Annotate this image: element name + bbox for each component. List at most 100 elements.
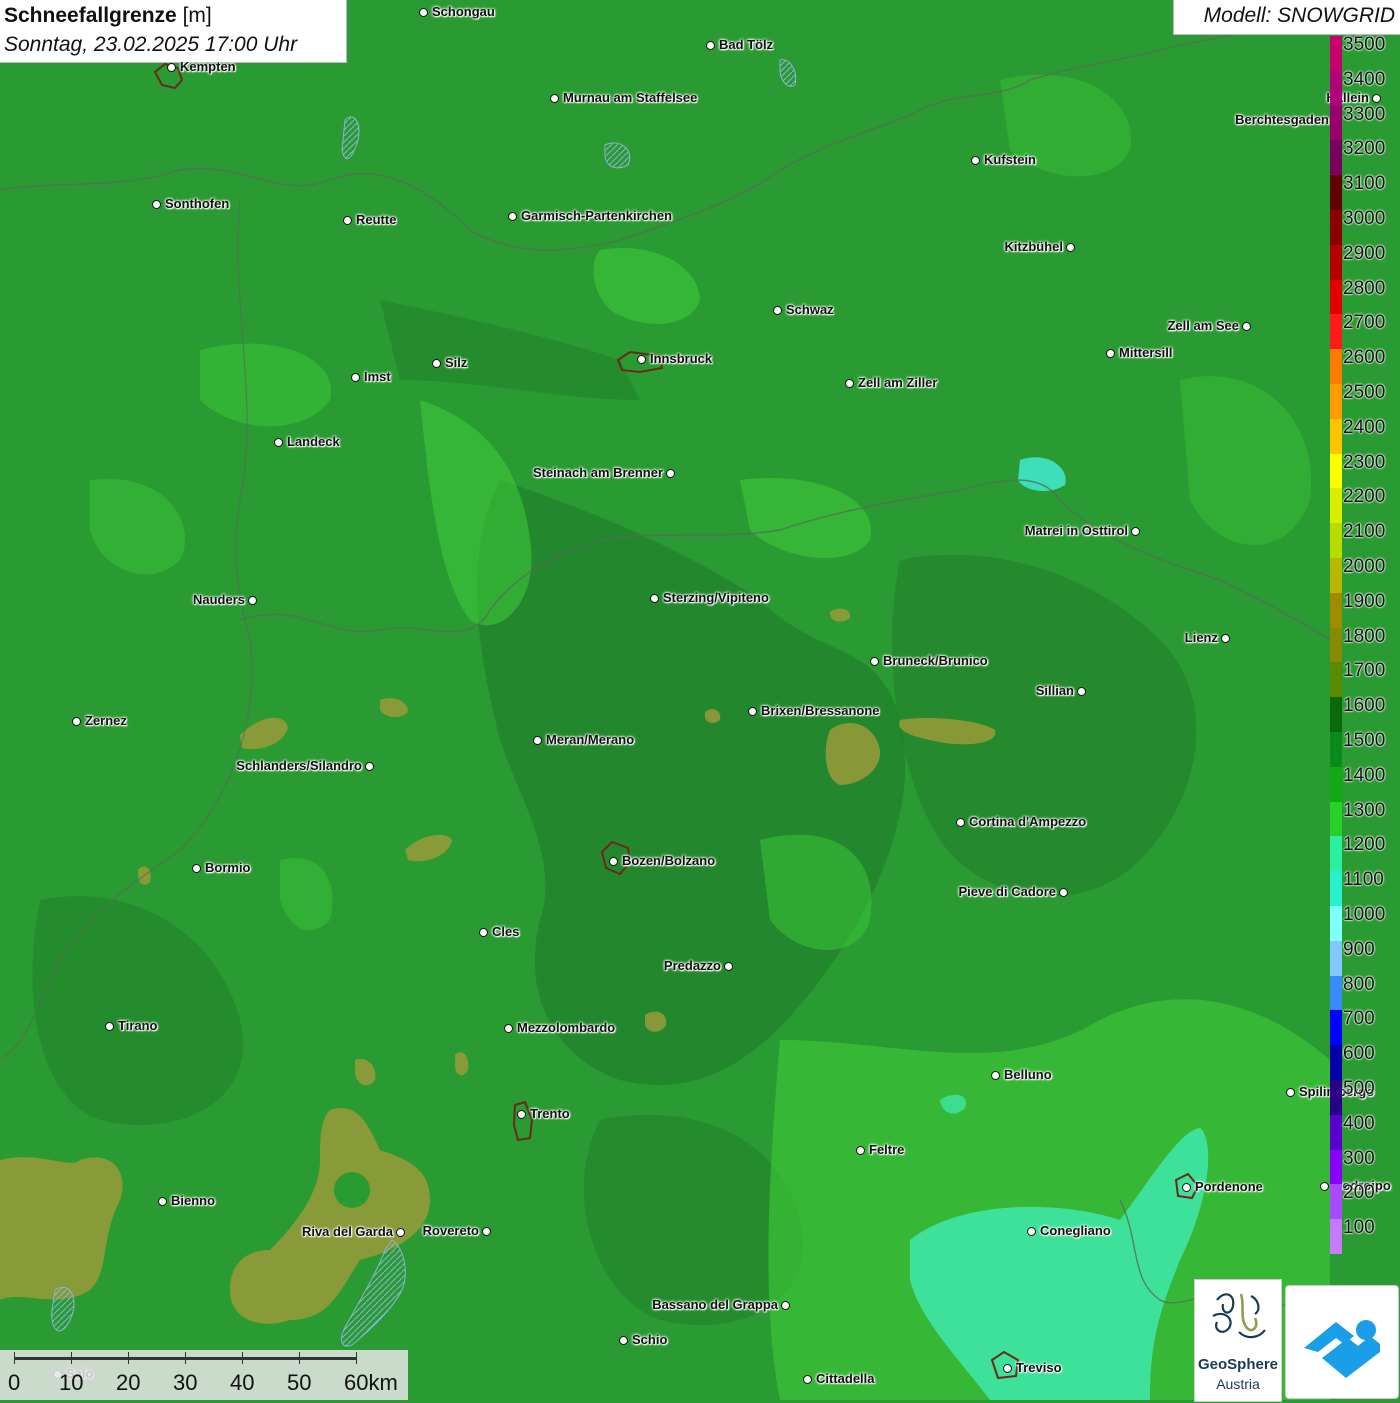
city-marker: [803, 1375, 812, 1384]
city-label: Cles: [492, 924, 520, 939]
legend-label: 2400: [1343, 416, 1386, 438]
legend-swatch: [1330, 592, 1342, 628]
geosphere-subtitle: Austria: [1216, 1376, 1260, 1392]
city-marker: [1131, 527, 1140, 536]
legend-label: 2200: [1343, 486, 1386, 508]
city-marker: [105, 1022, 114, 1031]
legend-swatch: [1330, 1184, 1342, 1220]
city-label: Silz: [445, 355, 468, 370]
city-label: Garmisch-Partenkirchen: [521, 208, 673, 223]
city-label: Sterzing/Vipiteno: [663, 590, 769, 605]
city-marker: [870, 657, 879, 666]
city-marker: [773, 306, 782, 315]
city-label: Zernez: [85, 713, 127, 728]
scale-tick: [71, 1352, 72, 1364]
app-logo-icon: [1304, 1320, 1380, 1378]
city-label: Conegliano: [1040, 1223, 1111, 1238]
legend-swatch: [1330, 697, 1342, 732]
legend-swatch: [1330, 314, 1342, 350]
map-date: Sonntag, 23.02.2025 17:00 Uhr: [4, 33, 298, 56]
legend-label: 200: [1343, 1182, 1375, 1204]
city-marker: [650, 594, 659, 603]
legend-label: 1800: [1343, 625, 1386, 647]
legend-label: 2500: [1343, 382, 1386, 403]
city-marker: [192, 864, 201, 873]
city-marker: [845, 379, 854, 388]
legend-swatch: [1330, 1010, 1342, 1046]
city-marker: [72, 717, 81, 726]
city-marker: [351, 373, 360, 382]
city-marker: [152, 200, 161, 209]
legend-swatch: [1330, 523, 1342, 558]
city-marker: [482, 1227, 491, 1236]
city-label: Schlanders/Silandro: [236, 758, 362, 773]
city-label: Imst: [364, 369, 391, 384]
scale-tick: [356, 1352, 357, 1364]
city-label: Mezzolombardo: [517, 1020, 616, 1035]
legend-label: 3300: [1343, 103, 1386, 125]
legend-swatch: [1330, 210, 1342, 245]
legend-label: 2700: [1343, 312, 1386, 334]
title-box: Schneefallgrenze [m] Sonntag, 23.02.2025…: [0, 0, 347, 63]
city-marker: [724, 962, 733, 971]
legend-label: 1400: [1343, 764, 1386, 786]
city-label: Zell am Ziller: [858, 375, 938, 390]
legend-swatch: [1330, 105, 1342, 141]
city-marker: [1106, 349, 1115, 358]
city-marker: [158, 1197, 167, 1206]
legend-label: 1600: [1343, 695, 1386, 717]
city-label: Bruneck/Brunico: [883, 653, 988, 668]
legend-label: 3500: [1343, 34, 1386, 55]
legend-label: 1900: [1343, 590, 1386, 612]
legend-swatch: [1330, 349, 1342, 384]
city-marker: [856, 1146, 865, 1155]
city-label: Kempten: [180, 59, 236, 74]
scale-label: 0: [8, 1370, 21, 1395]
legend-label: 500: [1343, 1078, 1375, 1099]
city-marker: [167, 63, 176, 72]
legend-swatch: [1330, 940, 1342, 976]
legend-swatch: [1330, 871, 1342, 906]
legend-swatch: [1330, 453, 1342, 489]
scale-tick: [14, 1352, 15, 1364]
legend-label: 1100: [1343, 869, 1384, 891]
legend-label: 2800: [1343, 277, 1386, 299]
legend-label: 400: [1343, 1112, 1375, 1134]
city-marker: [1066, 243, 1075, 252]
city-label: Schwaz: [786, 302, 834, 317]
city-marker: [365, 762, 374, 771]
city-label: Kitzbühel: [1004, 239, 1064, 254]
city-marker: [432, 359, 441, 368]
city-label: Nauders: [192, 592, 245, 607]
model-label: Modell: SNOWGRID: [1203, 4, 1395, 27]
city-label: Belluno: [1004, 1067, 1052, 1082]
geosphere-icon: [1212, 1293, 1266, 1339]
city-label: Tirano: [118, 1018, 158, 1033]
city-marker: [1059, 888, 1068, 897]
geosphere-logo[interactable]: GeoSphere Austria: [1194, 1279, 1282, 1402]
city-marker: [1003, 1364, 1012, 1373]
city-label: Landeck: [287, 434, 340, 449]
city-marker: [971, 156, 980, 165]
city-label: Pieve di Cadore: [958, 884, 1056, 899]
city-label: Rovereto: [422, 1223, 479, 1238]
legend-swatch: [1330, 279, 1342, 315]
legend-swatch: [1330, 662, 1342, 698]
legend-swatch: [1330, 558, 1342, 593]
city-marker: [1242, 322, 1251, 331]
city-label: Schongau: [432, 4, 495, 19]
legend-swatch: [1330, 766, 1342, 802]
city-marker: [1221, 634, 1230, 643]
app-logo[interactable]: [1285, 1285, 1399, 1399]
legend-label: 100: [1343, 1217, 1375, 1239]
legend-label: 1200: [1343, 834, 1386, 856]
city-label: Treviso: [1016, 1360, 1062, 1375]
legend-label: 700: [1343, 1008, 1375, 1030]
city-marker: [533, 736, 542, 745]
legend-label: 2300: [1343, 451, 1386, 473]
legend-label: 800: [1343, 973, 1375, 995]
legend-label: 1700: [1343, 660, 1386, 682]
city-label: Zell am See: [1167, 318, 1239, 333]
legend-swatch: [1330, 36, 1342, 71]
scale-label: 10: [59, 1370, 84, 1395]
